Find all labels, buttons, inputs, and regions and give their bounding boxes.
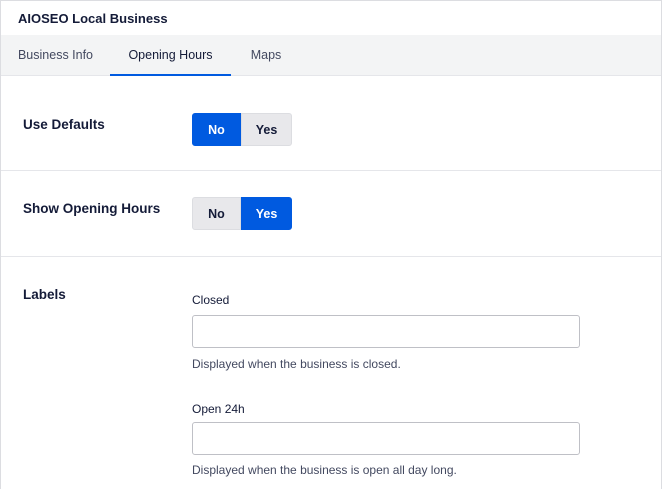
show-opening-hours-row: Show Opening Hours No Yes bbox=[1, 171, 661, 257]
show-opening-hours-toggle: No Yes bbox=[192, 197, 292, 230]
closed-help-text: Displayed when the business is closed. bbox=[192, 357, 401, 371]
use-defaults-yes-button[interactable]: Yes bbox=[241, 113, 292, 146]
show-opening-hours-yes-button[interactable]: Yes bbox=[241, 197, 292, 230]
show-opening-hours-no-button[interactable]: No bbox=[192, 197, 241, 230]
labels-label: Labels bbox=[23, 287, 66, 302]
tab-maps[interactable]: Maps bbox=[231, 35, 301, 75]
use-defaults-row: Use Defaults No Yes bbox=[1, 76, 661, 171]
tab-business-info[interactable]: Business Info bbox=[1, 35, 110, 75]
show-opening-hours-label: Show Opening Hours bbox=[23, 201, 161, 216]
use-defaults-toggle: No Yes bbox=[192, 113, 292, 146]
panel-title: AIOSEO Local Business bbox=[18, 10, 168, 26]
tab-opening-hours[interactable]: Opening Hours bbox=[110, 35, 231, 76]
use-defaults-label: Use Defaults bbox=[23, 117, 105, 132]
tab-bar: Business Info Opening Hours Maps bbox=[1, 35, 661, 76]
open24-help-text: Displayed when the business is open all … bbox=[192, 463, 457, 477]
local-business-panel: AIOSEO Local Business Business Info Open… bbox=[0, 0, 662, 489]
closed-label-input[interactable] bbox=[192, 315, 580, 348]
open24-field-label: Open 24h bbox=[192, 402, 245, 416]
closed-field-label: Closed bbox=[192, 293, 230, 307]
open24-label-input[interactable] bbox=[192, 422, 580, 455]
use-defaults-no-button[interactable]: No bbox=[192, 113, 241, 146]
labels-row: Labels Closed Displayed when the busines… bbox=[1, 257, 661, 489]
